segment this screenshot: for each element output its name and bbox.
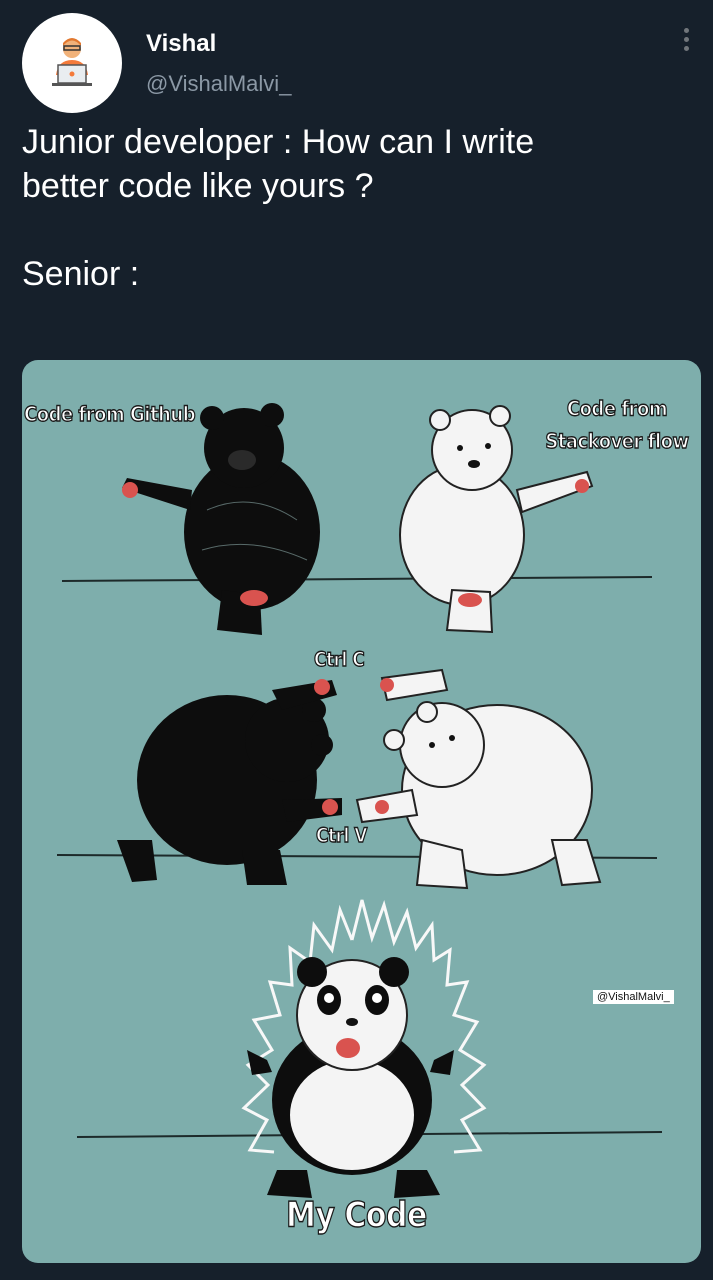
label-code-from-github: Code from Github: [23, 402, 196, 428]
tweet-text: Junior developer : How can I write bette…: [22, 123, 535, 293]
author-handle[interactable]: @VishalMalvi_: [146, 71, 291, 97]
author-avatar[interactable]: [22, 13, 122, 113]
meme-illustration: [56, 403, 663, 1198]
black-bear-fusion-illustration: [117, 679, 342, 885]
polar-bear-fusion-illustration: [355, 668, 602, 890]
meme-image[interactable]: Code from Github Code from Stackover flo…: [22, 360, 701, 1263]
watermark: @VishalMalvi_: [593, 990, 674, 1004]
more-vertical-icon[interactable]: [674, 28, 698, 58]
label-ctrl-c: Ctrl C: [313, 648, 365, 672]
black-bear-illustration: [122, 403, 320, 635]
developer-laptop-icon: [52, 38, 92, 86]
label-my-code: My Code: [285, 1195, 428, 1237]
author-name[interactable]: Vishal: [146, 30, 216, 58]
label-code-from-stackoverflow: Code from Stackover flow: [545, 397, 690, 455]
panda-illustration: [247, 957, 454, 1198]
label-ctrl-v: Ctrl V: [315, 824, 368, 848]
